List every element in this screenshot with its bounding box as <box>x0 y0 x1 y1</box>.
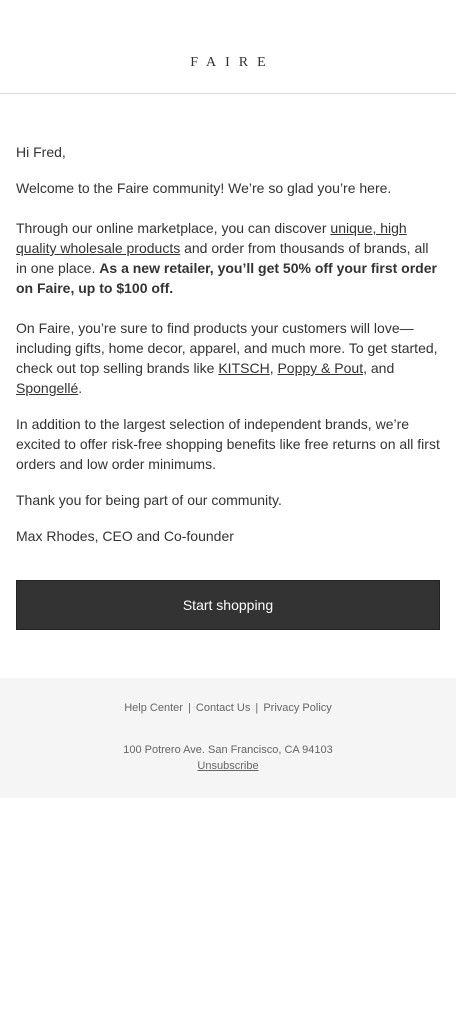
brand-separator: , and <box>363 360 395 376</box>
greeting: Hi Fred, <box>16 144 66 160</box>
email-footer: Help Center | Contact Us | Privacy Polic… <box>0 678 456 798</box>
brand-link-kitsch[interactable]: KITSCH <box>218 360 269 376</box>
footer-separator: | <box>255 702 259 714</box>
help-center-link[interactable]: Help Center <box>124 702 183 714</box>
brand-link-spongelle[interactable]: Spongellé <box>16 380 78 396</box>
email-body: Hi Fred, Welcome to the Faire community!… <box>0 142 456 546</box>
company-address: 100 Potrero Ave. San Francisco, CA 94103 <box>123 744 333 756</box>
brand-link-poppy-pout[interactable]: Poppy & Pout <box>277 360 363 376</box>
marketplace-paragraph: Through our online marketplace, you can … <box>16 218 440 298</box>
brands-paragraph: On Faire, you’re sure to find products y… <box>16 318 440 398</box>
footer-address-block: 100 Potrero Ave. San Francisco, CA 94103… <box>0 742 456 774</box>
footer-links: Help Center | Contact Us | Privacy Polic… <box>0 702 456 714</box>
footer-separator: | <box>187 702 191 714</box>
faire-logo: FAIRE <box>190 55 275 70</box>
unsubscribe-link[interactable]: Unsubscribe <box>197 760 258 772</box>
start-shopping-button[interactable]: Start shopping <box>16 580 440 630</box>
brand-end: . <box>78 380 83 396</box>
thanks-text: Thank you for being part of our communit… <box>16 492 282 508</box>
marketplace-intro: Through our online marketplace, you can … <box>16 220 331 236</box>
email-header: FAIRE <box>0 0 456 94</box>
benefits-paragraph: In addition to the largest selection of … <box>16 416 440 472</box>
cta-container: Start shopping <box>0 580 456 630</box>
contact-us-link[interactable]: Contact Us <box>196 702 250 714</box>
welcome-text: Welcome to the Faire community! We’re so… <box>16 180 392 196</box>
signature: Max Rhodes, CEO and Co-founder <box>16 528 234 544</box>
privacy-policy-link[interactable]: Privacy Policy <box>263 702 331 714</box>
